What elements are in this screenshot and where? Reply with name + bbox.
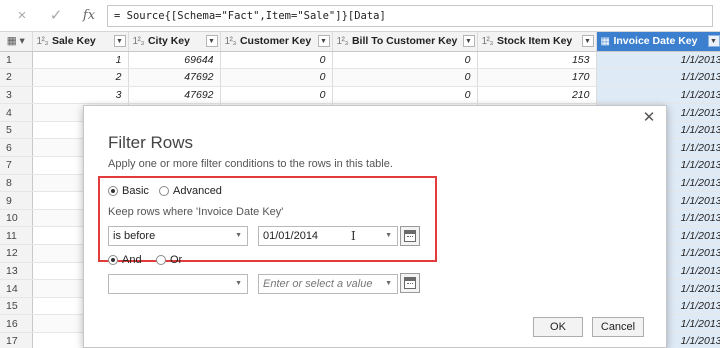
table-cell[interactable]: 170 (477, 68, 597, 87)
chevron-down-icon: ▼ (235, 280, 242, 287)
row-number[interactable]: 7 (0, 156, 33, 175)
row-number[interactable]: 16 (0, 314, 33, 333)
radio-unselected-icon (156, 255, 166, 265)
table-row: 3 3 47692 0 0 210 1/1/2013 (0, 86, 720, 105)
operator-select[interactable]: is before ▼ (108, 226, 248, 246)
column-header-bill-to-customer-key[interactable]: 1²₃ Bill To Customer Key ▼ (332, 32, 478, 52)
table-cell[interactable]: 47692 (128, 86, 221, 105)
close-icon[interactable]: ✕ (641, 110, 657, 126)
column-header-city-key[interactable]: 1²₃ City Key ▼ (128, 32, 221, 52)
table-cell[interactable]: 0 (220, 68, 333, 87)
date-picker-button[interactable] (400, 226, 420, 246)
confirm-formula-icon[interactable]: ✓ (46, 7, 66, 25)
basic-radio[interactable]: Basic (108, 185, 149, 197)
chevron-down-icon: ▼ (385, 232, 392, 239)
cancel-formula-icon[interactable]: × (12, 7, 32, 25)
chevron-down-icon: ▼ (235, 232, 242, 239)
calendar-icon (404, 277, 416, 289)
table-cell[interactable]: 1/1/2013 (596, 51, 720, 70)
table-cell[interactable]: 153 (477, 51, 597, 70)
table-cell[interactable]: 69644 (128, 51, 221, 70)
row-number[interactable]: 8 (0, 174, 33, 193)
fx-icon[interactable]: fx (79, 7, 99, 25)
text-cursor-icon: I (351, 229, 356, 243)
table-cell[interactable]: 0 (220, 51, 333, 70)
calendar-icon (404, 230, 416, 242)
column-filter-dropdown[interactable]: ▼ (707, 35, 720, 47)
row-number[interactable]: 9 (0, 191, 33, 210)
and-radio[interactable]: And (108, 254, 142, 266)
formula-input[interactable]: = Source{[Schema="Fact",Item="Sale"]}[Da… (107, 5, 713, 27)
or-radio[interactable]: Or (156, 254, 182, 266)
ok-button[interactable]: OK (533, 317, 583, 337)
column-header-sale-key[interactable]: 1²₃ Sale Key ▼ (32, 32, 129, 52)
table-cell[interactable]: 0 (332, 68, 478, 87)
formula-bar: × ✓ fx = Source{[Schema="Fact",Item="Sal… (0, 0, 720, 32)
table-cell[interactable]: 0 (220, 86, 333, 105)
row-number[interactable]: 3 (0, 86, 33, 105)
column-header-customer-key[interactable]: 1²₃ Customer Key ▼ (220, 32, 333, 52)
table-cell[interactable]: 2 (32, 68, 129, 87)
value-combobox-2[interactable]: Enter or select a value ▼ (258, 274, 398, 294)
dialog-description: Apply one or more filter conditions to t… (108, 158, 393, 170)
row-number[interactable]: 17 (0, 332, 33, 348)
operator-select-2[interactable]: ▼ (108, 274, 248, 294)
row-number[interactable]: 1 (0, 51, 33, 70)
row-number[interactable]: 4 (0, 103, 33, 122)
row-number[interactable]: 14 (0, 279, 33, 298)
row-number[interactable]: 6 (0, 138, 33, 158)
column-filter-dropdown[interactable]: ▼ (317, 35, 330, 47)
chevron-down-icon: ▼ (385, 280, 392, 287)
column-filter-dropdown[interactable]: ▼ (462, 35, 475, 47)
table-cell[interactable]: 1/1/2013 (596, 68, 720, 87)
table-cell[interactable]: 1 (32, 51, 129, 70)
row-number[interactable]: 5 (0, 121, 33, 140)
table-cell[interactable]: 47692 (128, 68, 221, 87)
cancel-button[interactable]: Cancel (592, 317, 644, 337)
column-filter-dropdown[interactable]: ▼ (581, 35, 594, 47)
column-filter-dropdown[interactable]: ▼ (113, 35, 126, 47)
advanced-radio[interactable]: Advanced (159, 185, 222, 197)
table-menu-icon[interactable]: ▦ ▾ (0, 32, 33, 52)
row-number[interactable]: 13 (0, 262, 33, 281)
row-number[interactable]: 12 (0, 244, 33, 263)
column-filter-dropdown[interactable]: ▼ (205, 35, 218, 47)
column-header-stock-item-key[interactable]: 1²₃ Stock Item Key ▼ (477, 32, 597, 52)
date-picker-button-2[interactable] (400, 273, 420, 293)
table-cell[interactable]: 3 (32, 86, 129, 105)
radio-selected-icon (108, 255, 118, 265)
row-number[interactable]: 15 (0, 297, 33, 316)
table-row: 2 2 47692 0 0 170 1/1/2013 (0, 68, 720, 87)
radio-unselected-icon (159, 186, 169, 196)
table-cell[interactable]: 0 (332, 86, 478, 105)
radio-selected-icon (108, 186, 118, 196)
row-number[interactable]: 10 (0, 209, 33, 228)
table-row: 1 1 69644 0 0 153 1/1/2013 (0, 51, 720, 70)
table-cell[interactable]: 210 (477, 86, 597, 105)
row-number[interactable]: 2 (0, 68, 33, 87)
column-header-invoice-date-key[interactable]: ▦ Invoice Date Key ▼ (596, 32, 720, 52)
row-number[interactable]: 11 (0, 226, 33, 246)
table-cell[interactable]: 1/1/2013 (596, 86, 720, 105)
value-combobox[interactable]: 01/01/2014 I ▼ (258, 226, 398, 246)
dialog-title: Filter Rows (108, 133, 194, 152)
filter-rows-dialog: ✕ Filter Rows Apply one or more filter c… (83, 105, 667, 348)
table-cell[interactable]: 0 (332, 51, 478, 70)
keep-rows-label: Keep rows where 'Invoice Date Key' (108, 206, 284, 218)
